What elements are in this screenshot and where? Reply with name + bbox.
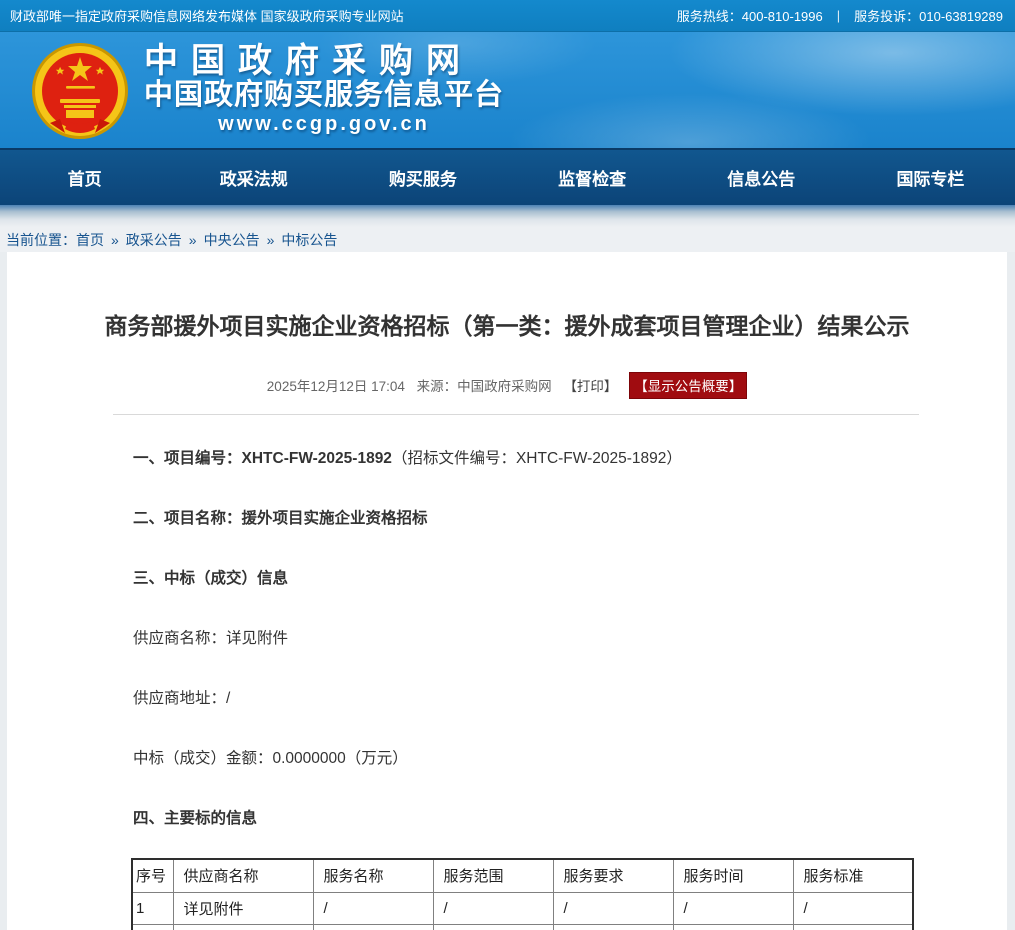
col-header-service-time: 服务时间 bbox=[673, 859, 793, 892]
page-title: 商务部援外项目实施企业资格招标（第一类：援外成套项目管理企业）结果公示 bbox=[7, 252, 1007, 341]
table-row: 1 详见附件 / / / / / bbox=[132, 892, 913, 924]
site-logo[interactable]: 中国政府采购网 中国政府购买服务信息平台 www.ccgp.gov.cn bbox=[30, 39, 504, 141]
paragraph-award-amount: 中标（成交）金额：0.0000000（万元） bbox=[133, 746, 1007, 768]
article-body: 一、项目编号：XHTC-FW-2025-1892（招标文件编号：XHTC-FW-… bbox=[133, 446, 1007, 828]
service-hotline: 服务热线：400-810-1996 bbox=[677, 6, 823, 25]
topbar-slogan: 财政部唯一指定政府采购信息网络发布媒体 国家级政府采购专业网站 bbox=[10, 6, 404, 25]
paragraph-project-name: 二、项目名称：援外项目实施企业资格招标 bbox=[133, 506, 1007, 528]
breadcrumb: 当前位置： 首页 » 政采公告 » 中央公告 » 中标公告 bbox=[0, 227, 1015, 252]
site-header: 中国政府采购网 中国政府购买服务信息平台 www.ccgp.gov.cn bbox=[0, 32, 1015, 148]
col-header-service-standard: 服务标准 bbox=[793, 859, 913, 892]
breadcrumb-item-procurement-notices[interactable]: 政采公告 bbox=[126, 230, 182, 250]
col-header-supplier: 供应商名称 bbox=[173, 859, 313, 892]
nav-fade-strip bbox=[0, 205, 1015, 227]
nav-item-international[interactable]: 国际专栏 bbox=[846, 150, 1015, 205]
nav-item-supervision[interactable]: 监督检查 bbox=[508, 150, 677, 205]
col-header-index: 序号 bbox=[132, 859, 173, 892]
breadcrumb-item-central-notices[interactable]: 中央公告 bbox=[204, 230, 260, 250]
breadcrumb-item-home[interactable]: 首页 bbox=[76, 230, 104, 250]
main-nav: 首页 政采法规 购买服务 监督检查 信息公告 国际专栏 bbox=[0, 148, 1015, 205]
paragraph-supplier-name: 供应商名称：详见附件 bbox=[133, 626, 1007, 648]
col-header-service-scope: 服务范围 bbox=[433, 859, 553, 892]
nav-item-announcements[interactable]: 信息公告 bbox=[677, 150, 846, 205]
print-button[interactable]: 【打印】 bbox=[563, 379, 617, 394]
breadcrumb-separator: » bbox=[189, 232, 197, 248]
service-complaint: 服务投诉：010-63819289 bbox=[854, 6, 1003, 25]
main-subject-table: 序号 供应商名称 服务名称 服务范围 服务要求 服务时间 服务标准 1 详见附件… bbox=[131, 858, 914, 930]
breadcrumb-separator: » bbox=[267, 232, 275, 248]
breadcrumb-prefix: 当前位置： bbox=[6, 230, 76, 250]
article-panel: 商务部援外项目实施企业资格招标（第一类：援外成套项目管理企业）结果公示 2025… bbox=[7, 252, 1007, 930]
col-header-service-requirement: 服务要求 bbox=[553, 859, 673, 892]
nav-item-purchase-services[interactable]: 购买服务 bbox=[338, 150, 507, 205]
site-subtitle: 中国政府购买服务信息平台 bbox=[144, 80, 504, 110]
site-url: www.ccgp.gov.cn bbox=[144, 113, 504, 136]
breadcrumb-item-award-notices[interactable]: 中标公告 bbox=[281, 230, 337, 250]
article-meta: 2025年12月12日 17:04 来源：中国政府采购网 【打印】 【显示公告概… bbox=[7, 372, 1007, 399]
topbar: 财政部唯一指定政府采购信息网络发布媒体 国家级政府采购专业网站 服务热线：400… bbox=[0, 0, 1015, 32]
site-name: 中国政府采购网 bbox=[144, 44, 504, 78]
table-row-empty bbox=[132, 924, 913, 930]
divider bbox=[113, 414, 919, 415]
paragraph-award-info-heading: 三、中标（成交）信息 bbox=[133, 566, 1007, 588]
article-source: 来源：中国政府采购网 bbox=[417, 379, 552, 394]
paragraph-supplier-address: 供应商地址：/ bbox=[133, 686, 1007, 708]
topbar-separator: | bbox=[837, 8, 840, 23]
nav-item-regulations[interactable]: 政采法规 bbox=[169, 150, 338, 205]
table-header-row: 序号 供应商名称 服务名称 服务范围 服务要求 服务时间 服务标准 bbox=[132, 859, 913, 892]
national-emblem-icon bbox=[30, 41, 130, 141]
col-header-service-name: 服务名称 bbox=[313, 859, 433, 892]
breadcrumb-separator: » bbox=[111, 232, 119, 248]
publish-datetime: 2025年12月12日 17:04 bbox=[267, 379, 405, 394]
paragraph-project-number: 一、项目编号：XHTC-FW-2025-1892（招标文件编号：XHTC-FW-… bbox=[133, 446, 1007, 468]
nav-item-home[interactable]: 首页 bbox=[0, 150, 169, 205]
paragraph-main-subject-heading: 四、主要标的信息 bbox=[133, 806, 1007, 828]
show-summary-button[interactable]: 【显示公告概要】 bbox=[629, 372, 747, 399]
